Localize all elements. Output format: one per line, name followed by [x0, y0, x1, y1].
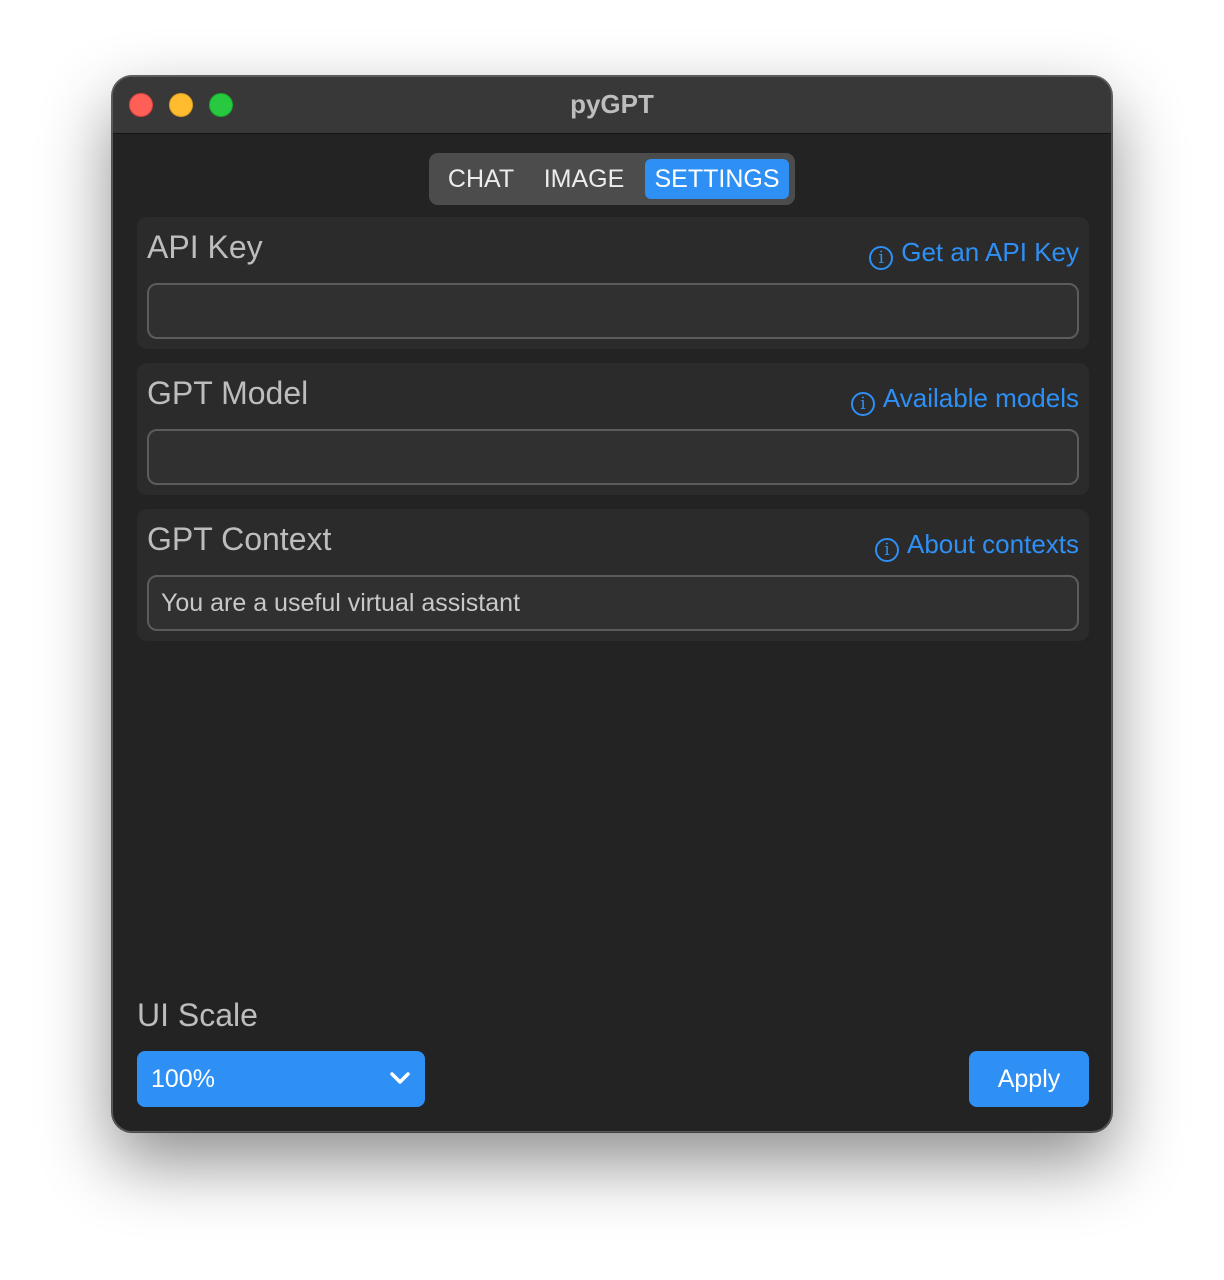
gpt-model-field[interactable] [147, 429, 1079, 485]
ui-scale-value: 100% [151, 1065, 215, 1093]
gpt-model-label: GPT Model [147, 375, 309, 411]
gpt-context-label: GPT Context [147, 521, 332, 557]
info-icon: i [869, 246, 894, 270]
ui-scale-label: UI Scale [137, 997, 258, 1033]
about-contexts-link-text: About contexts [907, 529, 1079, 559]
title-bar[interactable]: pyGPT [113, 77, 1111, 134]
chevron-down-icon [390, 1072, 410, 1084]
ui-scale-select[interactable]: 100% [137, 1051, 425, 1107]
tab-chat[interactable]: CHAT [435, 159, 527, 199]
available-models-link-text: Available models [882, 383, 1079, 413]
api-key-field[interactable] [147, 283, 1079, 339]
window-title: pyGPT [570, 89, 654, 119]
tab-image[interactable]: IMAGE [533, 159, 635, 199]
info-icon: i [850, 392, 875, 416]
gpt-context-field[interactable] [147, 575, 1079, 631]
gpt-model-section: GPT Model i Available models [137, 363, 1089, 495]
gpt-context-section: GPT Context i About contexts [137, 509, 1089, 641]
api-key-label: API Key [147, 229, 263, 265]
get-api-key-link-text: Get an API Key [901, 237, 1079, 267]
about-contexts-link[interactable]: i About contexts [875, 529, 1079, 562]
app-window: pyGPT CHAT IMAGE SETTINGS API Key i Get a… [112, 76, 1112, 1132]
info-icon: i [875, 538, 899, 562]
available-models-link[interactable]: i Available models [850, 383, 1079, 416]
api-key-section: API Key i Get an API Key [137, 217, 1089, 349]
tab-bar: CHAT IMAGE SETTINGS [429, 153, 795, 205]
get-api-key-link[interactable]: i Get an API Key [869, 237, 1079, 270]
apply-button[interactable]: Apply [969, 1051, 1089, 1107]
tab-settings[interactable]: SETTINGS [645, 159, 789, 199]
